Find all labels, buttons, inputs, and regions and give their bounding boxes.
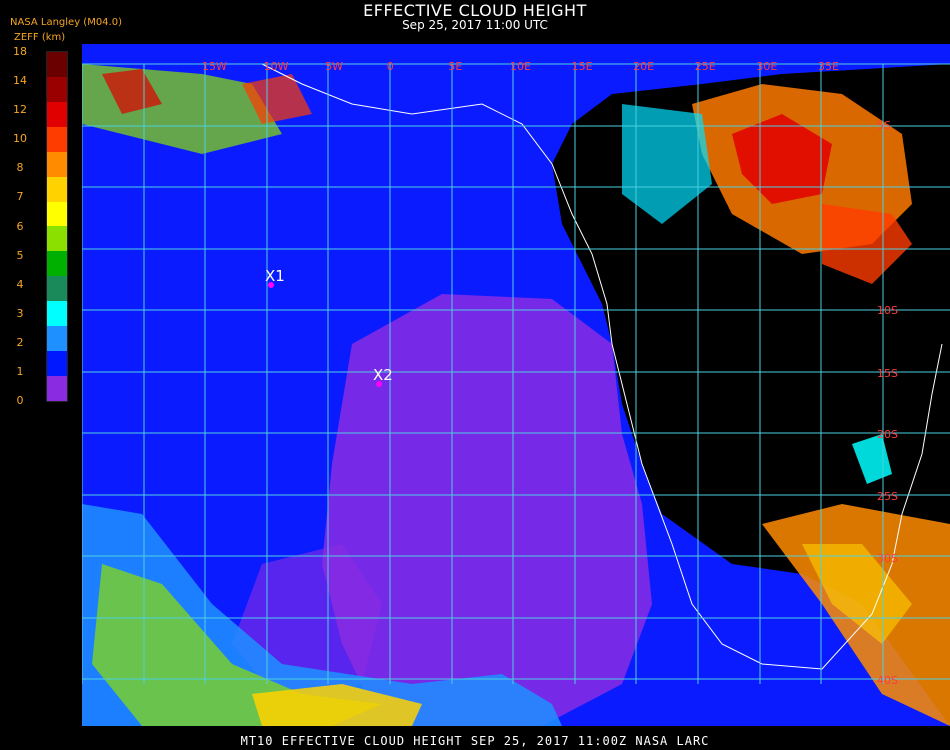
latitude-label: 30S — [877, 552, 898, 565]
latitude-label: 10S — [877, 304, 898, 317]
colorbar-tick-label: 0 — [16, 394, 24, 407]
colorbar-tick-label: 6 — [16, 219, 24, 233]
latitude-label: 5S — [877, 119, 891, 132]
satellite-map[interactable]: 15W 10W 5W 0 5E 10E 15E 20E 25E 30E 35E 5S 10S 15S 20S… — [81, 44, 950, 726]
colorbar-swatch — [47, 126, 67, 152]
latitude-label: 40S — [877, 674, 898, 687]
latitude-label: 20S — [877, 428, 898, 441]
colorbar-swatch — [47, 326, 67, 352]
longitude-label: 30E — [756, 60, 777, 73]
low-cloud-region — [322, 294, 652, 726]
colorbar-tick-label: 5 — [16, 248, 24, 262]
longitude-label: 15W — [202, 60, 227, 73]
colorbar-swatch — [47, 52, 67, 77]
latitude-label: 15S — [877, 367, 898, 380]
station-marker-label: X1 — [265, 267, 285, 285]
colorbar-tick-label: 3 — [16, 306, 24, 320]
colorbar-swatches — [46, 51, 68, 402]
colorbar-swatch — [47, 151, 67, 177]
colorbar-swatch — [47, 351, 67, 376]
page-subtitle: Sep 25, 2017 11:00 UTC — [402, 18, 548, 32]
latitude-label: 25S — [877, 490, 898, 503]
longitude-label: 25E — [695, 60, 716, 73]
longitude-label: 10E — [510, 60, 531, 73]
colorbar-swatch — [47, 301, 67, 327]
longitude-label: 0 — [387, 60, 394, 73]
colorbar-swatch — [47, 76, 67, 102]
colorbar-tick-label: 10 — [13, 132, 27, 146]
colorbar-swatch — [47, 375, 67, 401]
footer-caption: MT10 EFFECTIVE CLOUD HEIGHT SEP 25, 2017… — [240, 734, 710, 748]
colorbar-tick-label: 2 — [16, 335, 24, 349]
longitude-label: 5W — [325, 60, 343, 73]
colorbar-tick-label: 14 — [13, 74, 27, 88]
units-label: ZEFF (km) — [14, 32, 66, 43]
longitude-label: 35E — [818, 60, 839, 73]
longitude-label: 20E — [633, 60, 654, 73]
longitude-label: 10W — [264, 60, 289, 73]
colorbar-tick-label: 18 — [13, 45, 27, 58]
colorbar-tick-label: 8 — [16, 161, 24, 175]
colorbar-tick-label: 4 — [16, 277, 24, 291]
colorbar-swatch — [47, 251, 67, 277]
colorbar-tick-label: 7 — [16, 190, 24, 204]
colorbar-tick-label: 12 — [13, 103, 27, 117]
colorbar-tick-label: 1 — [16, 364, 24, 378]
map-canvas[interactable]: 15W 10W 5W 0 5E 10E 15E 20E 25E 30E 35E 5S 10S 15S 20S… — [81, 44, 950, 726]
longitude-label: 5E — [448, 60, 462, 73]
colorbar-swatch — [47, 226, 67, 252]
colorbar-swatch — [47, 201, 67, 227]
org-label: NASA Langley (M04.0) — [10, 17, 122, 28]
colorbar-swatch — [47, 276, 67, 302]
station-marker-label: X2 — [373, 366, 393, 384]
longitude-label: 15E — [572, 60, 593, 73]
colorbar-swatch — [47, 101, 67, 127]
colorbar-swatch — [47, 176, 67, 202]
